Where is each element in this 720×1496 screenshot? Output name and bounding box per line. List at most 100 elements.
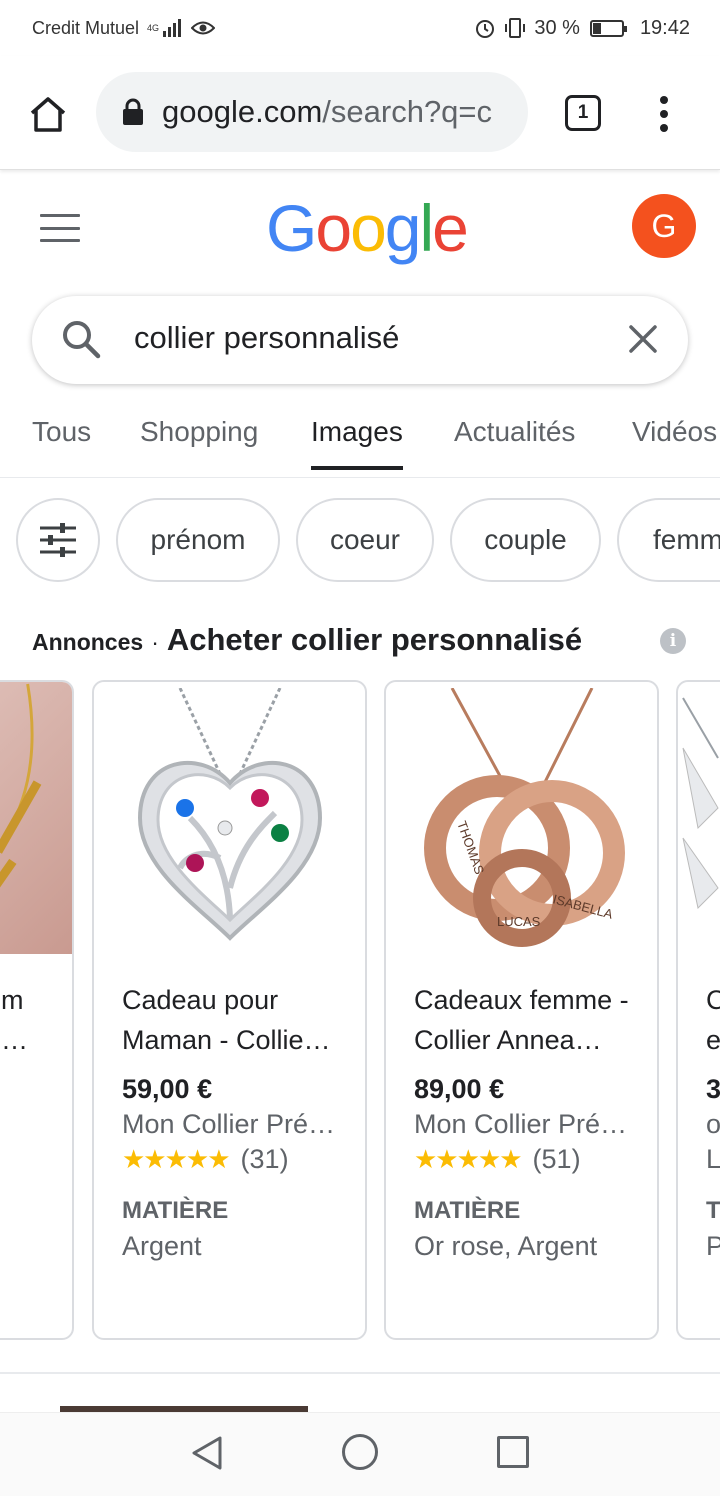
product-card-partial-left[interactable]: m…: [0, 680, 74, 1340]
star-rating-icon: ★★★★★: [122, 1144, 231, 1174]
product-merchant: Mon Collier Pré…: [414, 1109, 628, 1139]
section-divider: [0, 1372, 720, 1374]
home-icon: [30, 97, 66, 132]
status-bar: Credit Mutuel 4G 30 % 19:42: [0, 0, 720, 56]
product-card[interactable]: Cadeau pour Maman - Collie… 59,00 € Mon …: [92, 680, 367, 1340]
menu-dot-icon: [660, 96, 668, 104]
product-image: [678, 682, 720, 954]
tab-switcher-button[interactable]: 1: [565, 95, 601, 131]
home-button[interactable]: [26, 92, 70, 136]
alarm-icon: [476, 20, 495, 38]
tab-images[interactable]: Images: [311, 416, 403, 470]
status-right: 30 % 19:42: [474, 17, 690, 40]
heart-necklace-image: [137, 688, 322, 941]
network-type: 4G: [147, 22, 160, 33]
product-price: 89,00 €: [414, 1074, 505, 1104]
recent-apps-icon[interactable]: [497, 1436, 529, 1468]
filter-chips: prénom coeur couple femme: [0, 498, 720, 584]
browser-menu-button[interactable]: [648, 92, 680, 136]
product-image: THOMAS ISABELLA LUCAS: [386, 682, 657, 954]
product-info: Cadeau pour Maman - Collie… 59,00 € Mon …: [122, 980, 347, 1262]
product-title: Ce: [706, 985, 720, 1055]
ads-title: Acheter collier personnalisé: [166, 622, 583, 657]
ads-separator: ·: [151, 629, 159, 655]
menu-dot-icon: [660, 124, 668, 132]
url-text: google.com/search?q=c: [162, 94, 492, 130]
ads-header: Annonces · Acheter collier personnalisé: [32, 622, 582, 658]
status-left: Credit Mutuel 4G: [32, 17, 216, 39]
url-bar[interactable]: google.com/search?q=c: [96, 72, 528, 152]
avatar-letter: G: [651, 207, 677, 244]
product-info: Cadeaux femme - Collier Annea… 89,00 € M…: [414, 980, 639, 1262]
logo-letter: o: [315, 191, 352, 265]
product-title[interactable]: Cadeau pour Maman - Collie…: [122, 980, 347, 1060]
browser-toolbar: google.com/search?q=c 1: [0, 56, 720, 170]
ads-label: Annonces: [32, 629, 144, 655]
search-input[interactable]: collier personnalisé: [134, 320, 399, 356]
search-box[interactable]: collier personnalisé: [32, 296, 688, 384]
product-rating: ★★★★★ (31): [122, 1144, 347, 1175]
system-home-icon[interactable]: [342, 1434, 378, 1470]
chip-femme[interactable]: femme: [617, 498, 720, 582]
system-navigation-bar: [0, 1412, 720, 1496]
clock: 19:42: [639, 16, 690, 39]
vibrate-icon: [505, 18, 526, 38]
search-icon[interactable]: [60, 318, 102, 365]
tune-icon: [40, 523, 76, 557]
attribute-label: T: [706, 1197, 720, 1224]
lock-icon: [122, 98, 144, 126]
product-image: [94, 682, 365, 954]
url-domain: google.com: [162, 94, 323, 129]
eye-icon: [191, 21, 216, 35]
rings-necklace-image: THOMAS ISABELLA LUCAS: [423, 688, 625, 947]
url-path: /search?q=c: [322, 94, 493, 129]
product-merchant: Mon Collier Pré…: [122, 1109, 336, 1139]
signal-icon: [163, 19, 182, 37]
search-type-tabs: Tous Shopping Images Actualités Vidéos: [0, 396, 720, 478]
attribute-label: MATIÈRE: [122, 1197, 229, 1224]
attribute-value: P: [706, 1231, 720, 1262]
product-info: Ce 3 o L T P: [706, 980, 720, 1262]
review-count: (31): [240, 1144, 289, 1174]
carrier-name: Credit Mutuel: [32, 17, 140, 38]
product-carousel: m… Cadeau pour Maman - Collie… 59,00 € M…: [0, 678, 720, 1342]
tab-shopping[interactable]: Shopping: [140, 416, 258, 448]
tab-all[interactable]: Tous: [32, 416, 91, 448]
tab-videos[interactable]: Vidéos: [632, 416, 717, 448]
product-title: m…: [1, 985, 28, 1055]
product-card[interactable]: THOMAS ISABELLA LUCAS Cadeaux femme - Co…: [384, 680, 659, 1340]
battery-icon: [589, 19, 627, 37]
product-price: 3: [706, 1074, 720, 1104]
logo-letter: l: [419, 191, 435, 265]
chip-coeur[interactable]: coeur: [296, 498, 434, 582]
logo-letter: o: [350, 191, 387, 265]
logo-letter: e: [432, 191, 469, 265]
attribute-value: Argent: [122, 1231, 202, 1261]
google-logo[interactable]: Google: [266, 190, 469, 266]
product-rating: ★★★★★ (51): [414, 1144, 639, 1175]
chip-couple[interactable]: couple: [450, 498, 601, 582]
product-info: m…: [1, 980, 72, 1060]
logo-letter: g: [384, 191, 422, 265]
logo-letter: G: [266, 191, 317, 265]
review-count: (51): [532, 1144, 581, 1174]
product-card-partial-right[interactable]: Ce 3 o L T P: [676, 680, 720, 1340]
tab-count: 1: [577, 102, 589, 123]
svg-text:LUCAS: LUCAS: [497, 914, 541, 929]
product-price: 59,00 €: [122, 1074, 213, 1104]
battery-percent: 30 %: [534, 16, 580, 39]
star-rating-icon: ★★★★★: [414, 1144, 523, 1174]
clear-search-icon[interactable]: [624, 320, 662, 363]
tab-news[interactable]: Actualités: [454, 416, 575, 448]
back-icon[interactable]: [190, 1435, 224, 1476]
info-icon[interactable]: i: [660, 628, 686, 654]
attribute-value: Or rose, Argent: [414, 1231, 598, 1261]
product-merchant: o: [706, 1109, 720, 1139]
battery-fill: [592, 22, 602, 34]
account-avatar[interactable]: G: [632, 194, 696, 258]
chip-prenom[interactable]: prénom: [116, 498, 280, 582]
product-title[interactable]: Cadeaux femme - Collier Annea…: [414, 980, 639, 1060]
product-image: [0, 682, 72, 954]
hamburger-menu-icon[interactable]: [40, 214, 80, 242]
filter-settings-button[interactable]: [16, 498, 100, 582]
